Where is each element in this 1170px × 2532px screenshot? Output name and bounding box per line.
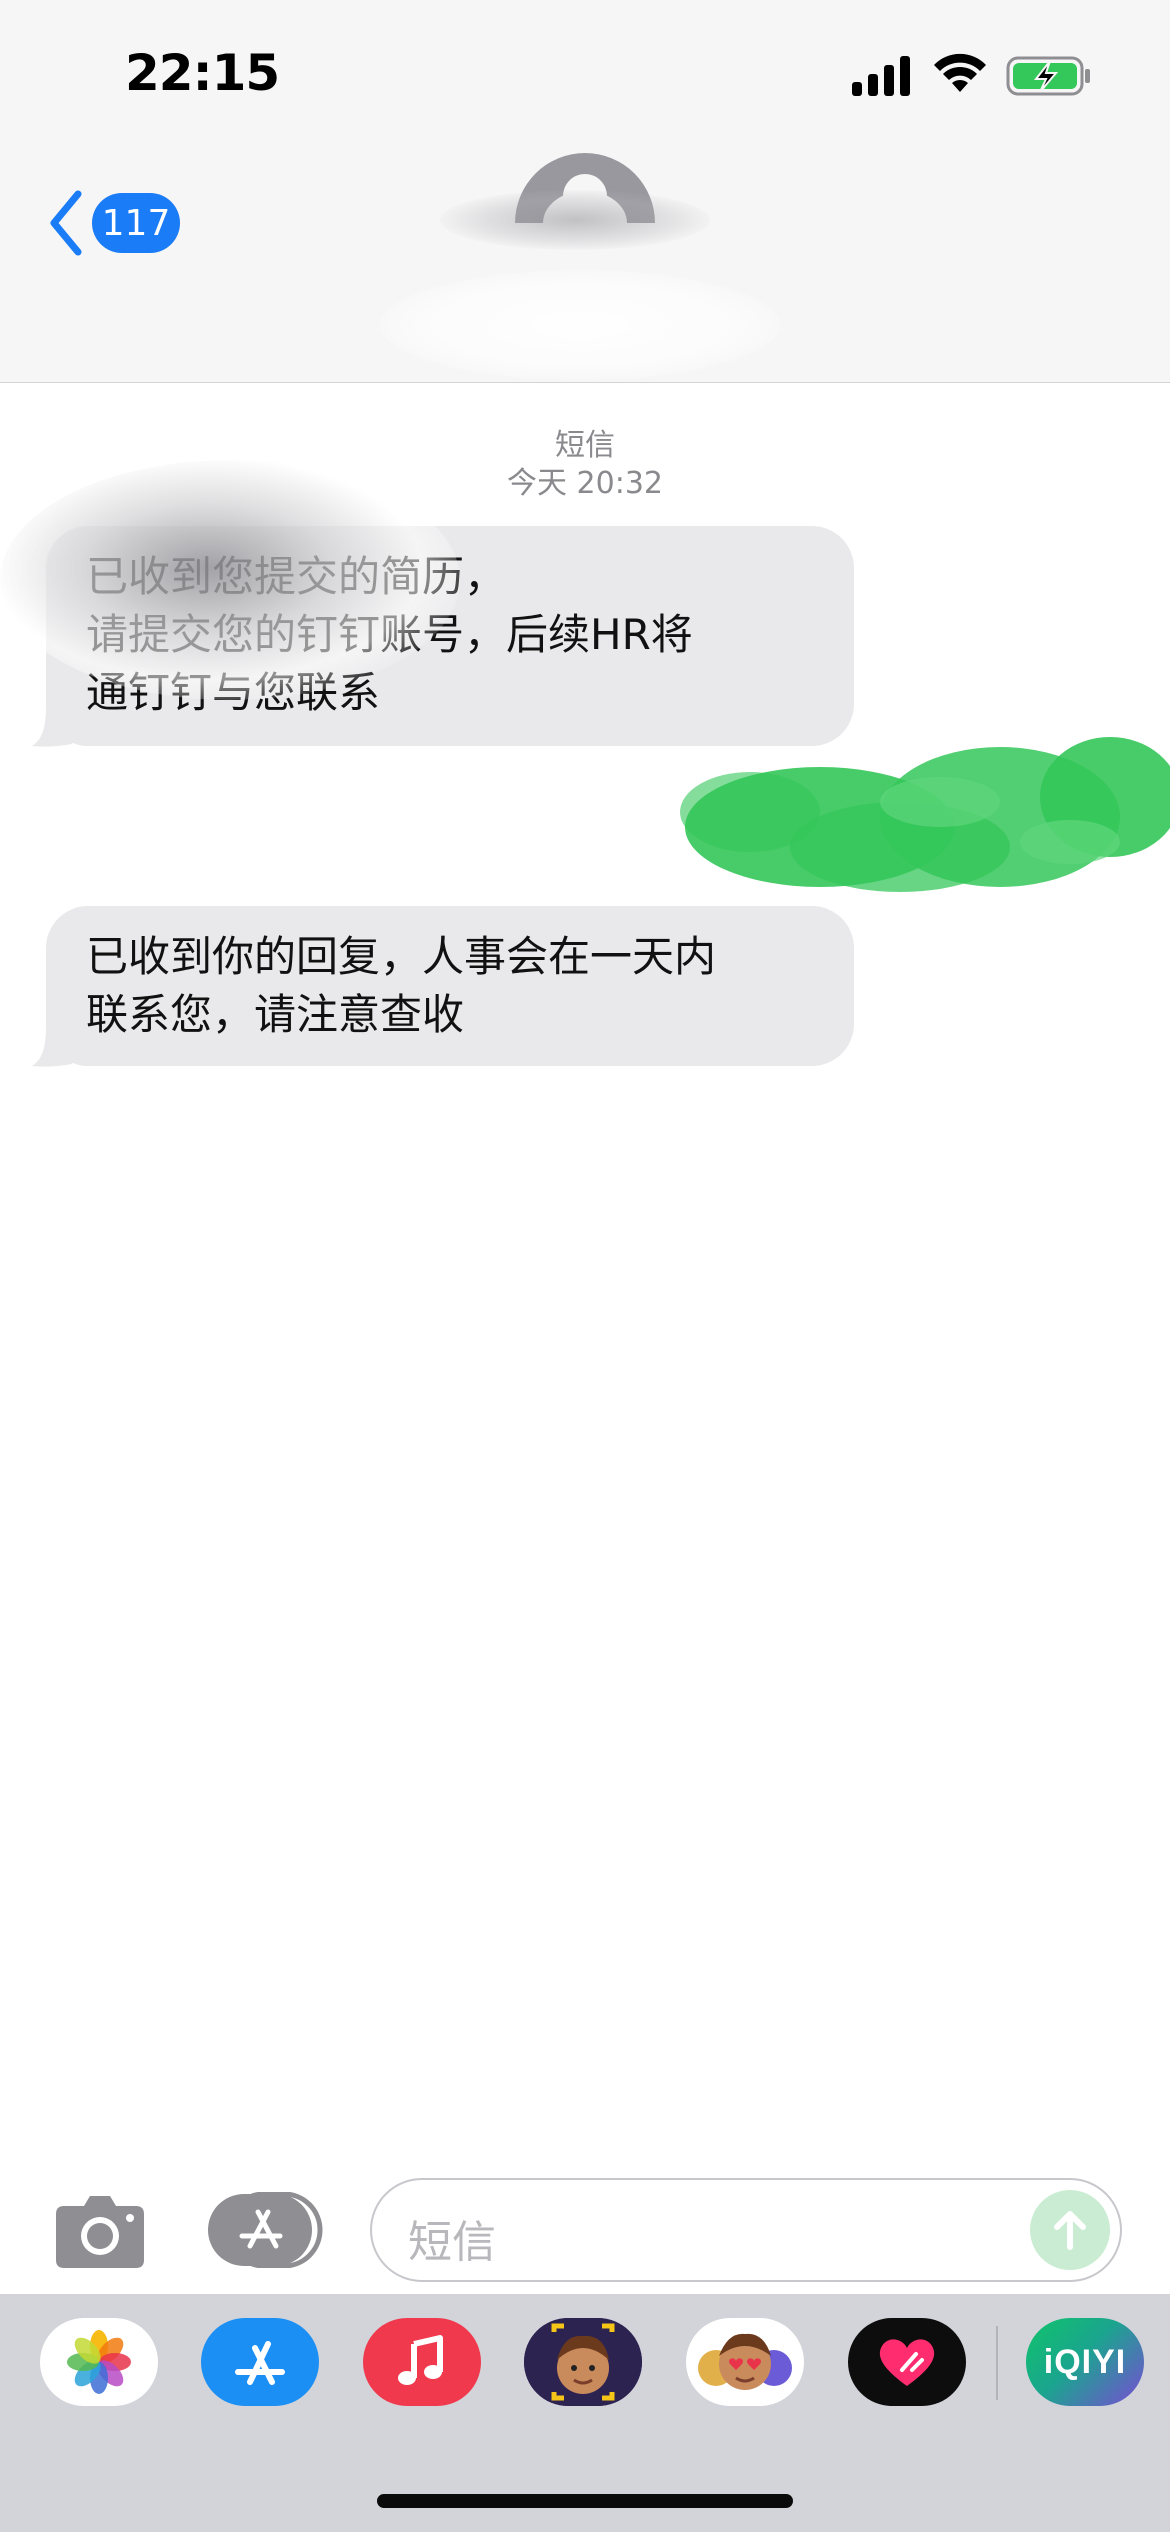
contact-name-redaction [440,190,710,250]
unread-count-badge: 117 [92,193,180,253]
message-input-placeholder: 短信 [408,2217,496,2268]
digital-touch-icon [879,2339,935,2386]
app-drawer-divider [996,2326,998,2400]
home-indicator[interactable] [377,2494,793,2508]
message-bubble-tail [32,1028,72,1067]
memoji-stickers-icon [698,2333,792,2390]
status-time: 22:15 [125,44,280,102]
photos-icon [67,2330,131,2394]
received-message-bubble[interactable]: 已收到你的回复，人事会在一天内 联系您，请注意查收 [46,906,854,1066]
message-bubble-tail [32,708,72,747]
memoji-app-button[interactable] [524,2318,642,2406]
contact-name-redaction-light [380,270,780,380]
message-input[interactable]: 短信 [370,2178,1122,2282]
memoji-icon [524,2318,642,2406]
app-store-icon [235,2341,285,2385]
arrow-up-icon [1054,2211,1086,2250]
send-button[interactable] [1030,2190,1110,2270]
battery-charging-icon [1006,56,1090,96]
camera-button[interactable] [52,2190,148,2270]
message-timestamp: 今天 20:32 [507,466,663,501]
cellular-signal-icon [852,56,910,96]
iqiyi-icon: iQIYI [1043,2342,1127,2381]
app-store-app-button[interactable] [201,2318,319,2406]
iqiyi-app-button[interactable]: iQIYI [1026,2318,1144,2406]
photos-app-button[interactable] [40,2318,158,2406]
music-app-button[interactable] [363,2318,481,2406]
redaction-scribble [680,737,1170,892]
received-message-bubble[interactable]: 已收到您提交的简历， 请提交您的钉钉账号，后续HR将 通钉钉与您联系 [46,526,854,746]
memoji-stickers-app-button[interactable] [686,2318,804,2406]
digital-touch-app-button[interactable] [848,2318,966,2406]
chevron-left-icon [50,190,82,256]
wifi-icon [934,53,986,92]
conversation-header: 22:15 117 [0,0,1170,383]
app-store-drawer-button[interactable] [206,2192,324,2268]
music-icon [398,2335,443,2385]
back-button[interactable]: 117 [46,188,180,258]
